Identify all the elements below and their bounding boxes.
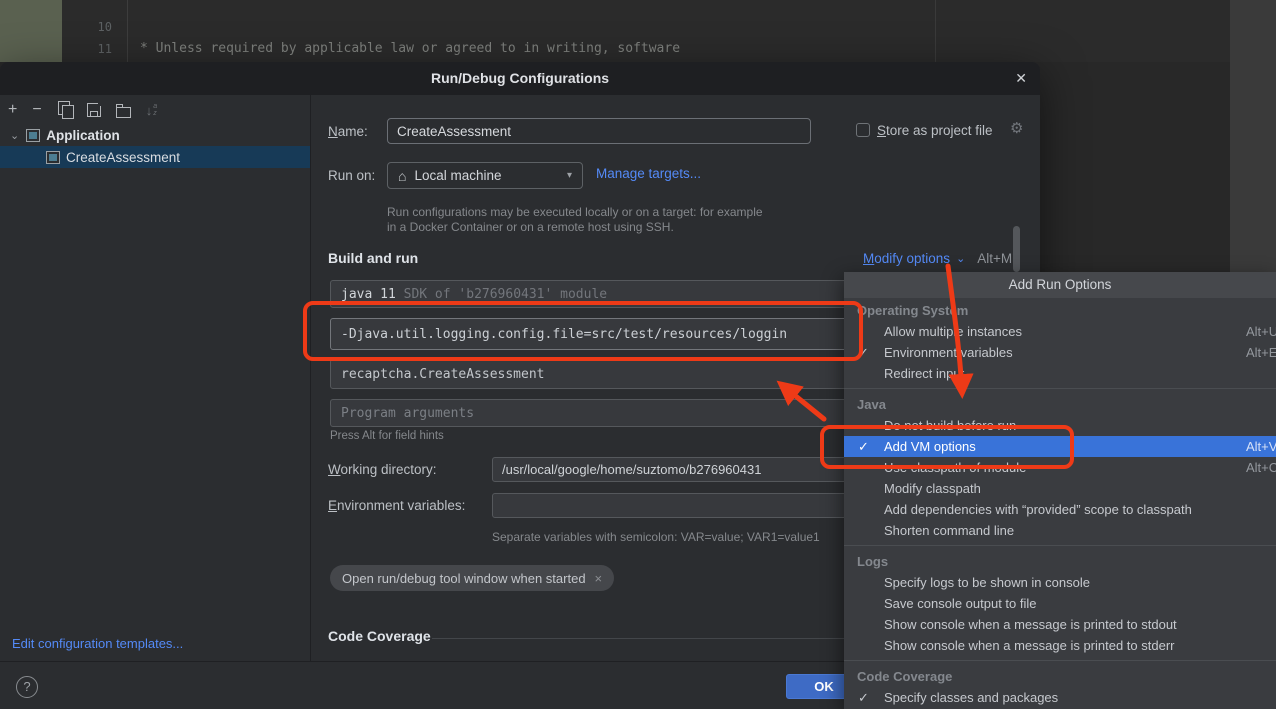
working-directory-label: Working directory: bbox=[328, 460, 437, 480]
run-on-value: Local machine bbox=[414, 168, 501, 183]
check-icon: ✓ bbox=[858, 687, 869, 708]
application-icon bbox=[26, 129, 40, 142]
shortcut: Alt+V bbox=[1246, 436, 1276, 457]
name-label: Name: bbox=[328, 122, 368, 142]
remove-icon[interactable]: − bbox=[32, 99, 41, 121]
menu-item-do-not-build-before-run[interactable]: Do not build before run bbox=[844, 415, 1276, 436]
modify-options-link[interactable]: Modify options bbox=[863, 251, 950, 266]
menu-item-show-console-stderr[interactable]: Show console when a message is printed t… bbox=[844, 635, 1276, 656]
dropdown-arrow-icon: ▾ bbox=[567, 170, 572, 181]
build-and-run-header: Build and run bbox=[328, 250, 418, 266]
new-folder-icon[interactable] bbox=[116, 107, 131, 118]
shortcut: Alt+E bbox=[1246, 342, 1276, 363]
menu-item-shorten-command-line[interactable]: Shorten command line bbox=[844, 520, 1276, 541]
copy-icon[interactable] bbox=[62, 105, 72, 117]
right-margin-guide bbox=[935, 0, 936, 62]
menu-item-allow-multiple-instances[interactable]: Allow multiple instancesAlt+U bbox=[844, 321, 1276, 342]
run-on-description-line1: Run configurations may be executed local… bbox=[387, 205, 763, 220]
dialog-title: Run/Debug Configurations bbox=[0, 62, 1040, 95]
menu-item-modify-classpath[interactable]: Modify classpath bbox=[844, 478, 1276, 499]
name-input[interactable]: CreateAssessment bbox=[387, 118, 811, 144]
panel-divider bbox=[310, 95, 311, 661]
menu-item-add-dependencies-provided[interactable]: Add dependencies with “provided” scope t… bbox=[844, 499, 1276, 520]
add-run-options-menu: Add Run Options Operating System Allow m… bbox=[844, 272, 1276, 709]
menu-item-environment-variables[interactable]: ✓Environment variablesAlt+E bbox=[844, 342, 1276, 363]
tree-item-createassessment[interactable]: CreateAssessment bbox=[0, 146, 310, 168]
jre-hint: SDK of 'b276960431' module bbox=[396, 287, 607, 302]
chevron-down-icon: ⌄ bbox=[956, 252, 965, 265]
run-on-description-line2: in a Docker Container or on a remote hos… bbox=[387, 220, 674, 235]
check-icon: ✓ bbox=[858, 436, 869, 457]
run-on-label: Run on: bbox=[328, 166, 375, 186]
menu-item-save-console-output[interactable]: Save console output to file bbox=[844, 593, 1276, 614]
menu-item-show-console-stdout[interactable]: Show console when a message is printed t… bbox=[844, 614, 1276, 635]
menu-separator bbox=[844, 541, 1276, 551]
run-on-dropdown[interactable]: ⌂ Local machine ▾ bbox=[387, 162, 583, 189]
dialog-titlebar: Run/Debug Configurations ✕ bbox=[0, 62, 1040, 95]
code-line: 10 * Unless required by applicable law o… bbox=[0, 0, 1276, 16]
modify-options-shortcut: Alt+M bbox=[977, 251, 1012, 266]
manage-targets-link[interactable]: Manage targets... bbox=[596, 166, 701, 181]
check-icon: ✓ bbox=[858, 342, 869, 363]
menu-item-specify-logs[interactable]: Specify logs to be shown in console bbox=[844, 572, 1276, 593]
jre-value: java 11 bbox=[341, 287, 396, 302]
environment-variables-label: Environment variables: bbox=[328, 496, 465, 516]
gutter-separator bbox=[127, 0, 128, 62]
menu-section-operating-system: Operating System bbox=[844, 300, 1276, 321]
field-hint: Press Alt for field hints bbox=[330, 430, 444, 442]
close-icon[interactable]: ✕ bbox=[1015, 62, 1027, 95]
menu-title: Add Run Options bbox=[844, 272, 1276, 298]
menu-item-use-classpath-of-module[interactable]: Use classpath of moduleAlt+C bbox=[844, 457, 1276, 478]
open-run-debug-tag[interactable]: Open run/debug tool window when started … bbox=[330, 565, 614, 591]
menu-body: Operating System Allow multiple instance… bbox=[844, 300, 1276, 708]
environment-variables-hint: Separate variables with semicolon: VAR=v… bbox=[492, 530, 820, 544]
tag-close-icon[interactable]: × bbox=[595, 571, 603, 586]
menu-separator bbox=[844, 656, 1276, 666]
home-icon: ⌂ bbox=[398, 168, 406, 184]
menu-section-code-coverage: Code Coverage bbox=[844, 666, 1276, 687]
menu-section-logs: Logs bbox=[844, 551, 1276, 572]
tree-item-application[interactable]: ⌄ Application bbox=[0, 124, 310, 146]
code-line: 11 * distributed under the License is di… bbox=[0, 16, 1276, 38]
menu-separator bbox=[844, 384, 1276, 394]
edit-configuration-templates-link[interactable]: Edit configuration templates... bbox=[12, 636, 183, 651]
tree-item-label: Application bbox=[46, 128, 120, 143]
menu-section-java: Java bbox=[844, 394, 1276, 415]
tag-label: Open run/debug tool window when started bbox=[342, 571, 586, 586]
code-editor: 10 * Unless required by applicable law o… bbox=[0, 0, 1276, 62]
menu-item-specify-classes-and-packages[interactable]: ✓Specify classes and packages bbox=[844, 687, 1276, 708]
tree-item-label: CreateAssessment bbox=[66, 150, 180, 165]
save-icon[interactable] bbox=[87, 103, 101, 117]
configurations-toolbar: + − ↓az bbox=[8, 99, 157, 121]
editor-right-panel bbox=[1230, 0, 1276, 272]
chevron-down-icon[interactable]: ⌄ bbox=[10, 129, 19, 142]
help-button[interactable]: ? bbox=[16, 676, 38, 698]
menu-item-redirect-input[interactable]: Redirect input bbox=[844, 363, 1276, 384]
menu-item-add-vm-options[interactable]: ✓Add VM optionsAlt+V bbox=[844, 436, 1276, 457]
code-line: 12 * WITHOUT WARRANTIES OR CONDITIONS OF… bbox=[0, 38, 1276, 60]
shortcut: Alt+C bbox=[1246, 457, 1276, 478]
dialog-scrollbar-thumb[interactable] bbox=[1013, 226, 1020, 272]
shortcut: Alt+U bbox=[1246, 321, 1276, 342]
modify-options-control: Modify options ⌄ Alt+M bbox=[863, 251, 1012, 266]
store-as-project-file-checkbox[interactable] bbox=[856, 123, 870, 137]
sort-alphabetically-icon[interactable]: ↓az bbox=[146, 103, 157, 118]
add-icon[interactable]: + bbox=[8, 99, 17, 121]
store-as-project-file-label: Store as project file bbox=[877, 121, 993, 141]
gear-icon[interactable]: ⚙ bbox=[1010, 119, 1023, 137]
code-coverage-header: Code Coverage bbox=[328, 628, 431, 644]
application-icon bbox=[46, 151, 60, 164]
